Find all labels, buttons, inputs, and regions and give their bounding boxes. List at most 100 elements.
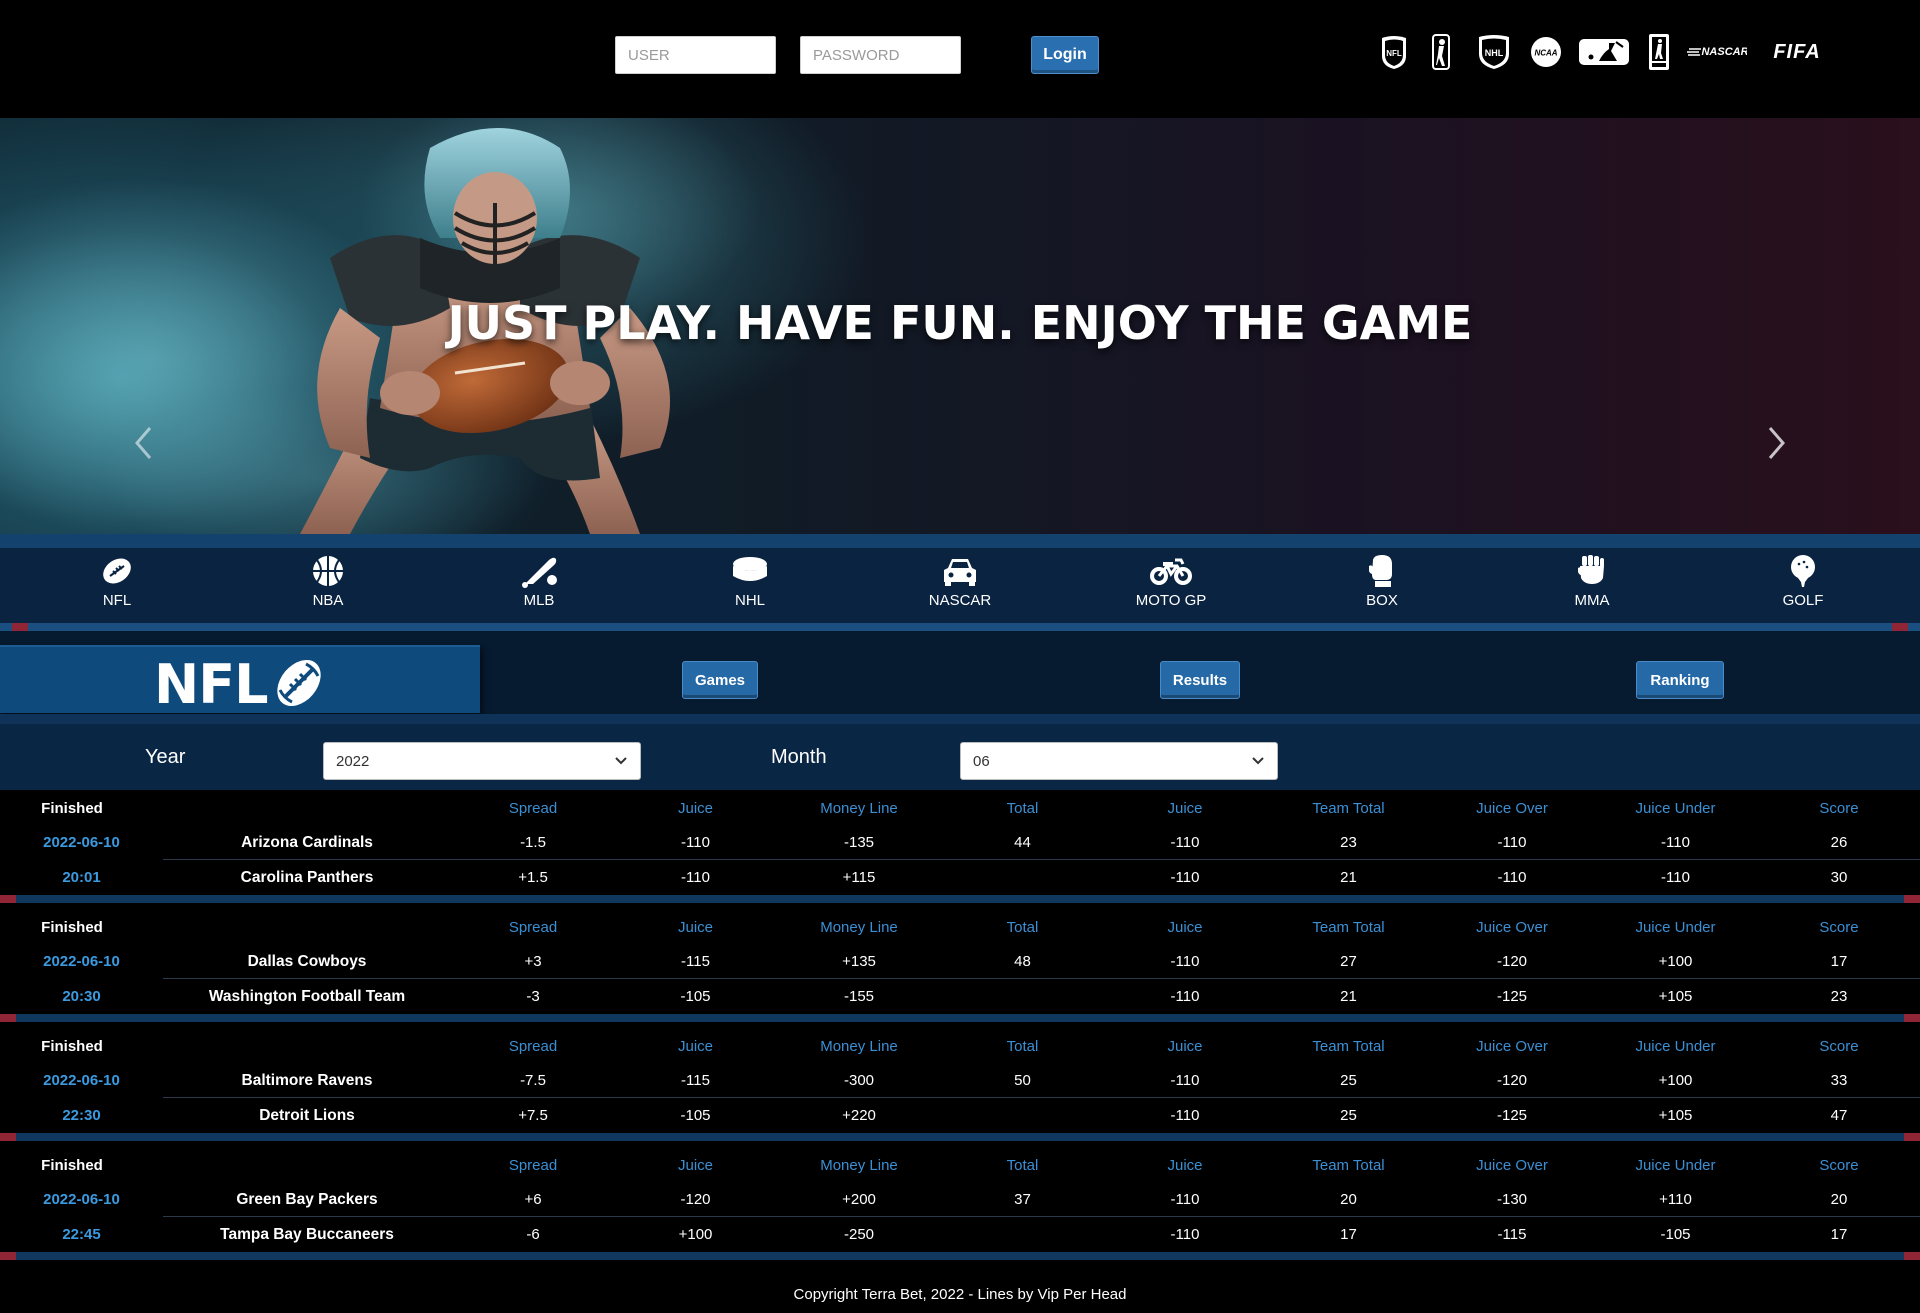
cell-score: 17 bbox=[1830, 1226, 1848, 1243]
cell-team-total: 21 bbox=[1340, 869, 1357, 886]
nascar-wordmark-icon: NASCAR bbox=[1687, 46, 1747, 58]
column-header: Juice Under bbox=[1635, 1157, 1716, 1174]
table-row: 2022-06-10 Baltimore Ravens -7.5 -115 -300 50… bbox=[0, 1064, 1920, 1098]
game-date: 2022-06-10 bbox=[43, 1072, 120, 1089]
fist-icon bbox=[1578, 555, 1604, 584]
sport-label: GOLF bbox=[1782, 592, 1824, 609]
sport-mma[interactable]: MMA bbox=[1532, 554, 1652, 616]
cell-total bbox=[941, 861, 1104, 895]
cell-score: 20 bbox=[1830, 1191, 1848, 1208]
year-select[interactable]: 2022 bbox=[323, 742, 641, 780]
column-header: Team Total bbox=[1312, 919, 1385, 936]
sport-moto-gp[interactable]: MOTO GP bbox=[1111, 554, 1231, 616]
table-row: 20:01 Carolina Panthers +1.5 -110 +115 -110 21… bbox=[0, 861, 1920, 895]
cell-money-line: +135 bbox=[842, 953, 876, 970]
cell-juice-over: -120 bbox=[1496, 1072, 1528, 1089]
password-input[interactable] bbox=[800, 36, 961, 74]
sport-nhl[interactable]: NHL bbox=[690, 554, 810, 616]
cell-spread: -7.5 bbox=[520, 1072, 546, 1089]
column-header: Score bbox=[1819, 1038, 1859, 1055]
column-header: Juice Over bbox=[1476, 1038, 1548, 1055]
cell-spread: +1.5 bbox=[518, 869, 548, 886]
game-header-row: Finished Spread Juice Money Line Total Juice T… bbox=[0, 911, 1920, 945]
carousel-prev-arrow[interactable] bbox=[124, 418, 164, 468]
sport-mlb[interactable]: MLB bbox=[479, 554, 599, 616]
hockey-puck-icon bbox=[733, 557, 767, 581]
sport-nfl[interactable]: NFL bbox=[57, 554, 177, 616]
cell-money-line: -250 bbox=[843, 1226, 875, 1243]
column-header: Team Total bbox=[1312, 1157, 1385, 1174]
nascar-logo-text: NASCAR bbox=[1701, 46, 1747, 58]
month-select[interactable]: 06 bbox=[960, 742, 1278, 780]
sport-label: MLB bbox=[523, 592, 555, 609]
cell-total-juice: -110 bbox=[1170, 1107, 1200, 1124]
cell-juice-under: +100 bbox=[1658, 1072, 1693, 1089]
month-label: Month bbox=[771, 746, 827, 768]
sport-golf[interactable]: GOLF bbox=[1743, 554, 1863, 616]
sport-box[interactable]: BOX bbox=[1322, 554, 1442, 616]
cell-juice: -115 bbox=[681, 953, 710, 970]
sport-nascar[interactable]: NASCAR bbox=[900, 554, 1020, 616]
cell-team-total: 23 bbox=[1340, 834, 1357, 851]
cell-juice-under: -105 bbox=[1660, 1226, 1691, 1243]
mlb-batter-icon bbox=[1579, 39, 1629, 65]
boxing-glove-icon bbox=[1369, 555, 1392, 587]
column-header: Juice bbox=[677, 919, 714, 936]
column-header: Juice bbox=[1167, 800, 1203, 817]
cell-team-total: 21 bbox=[1340, 988, 1357, 1005]
column-header: Juice Over bbox=[1476, 919, 1548, 936]
nav-divider bbox=[0, 623, 1920, 631]
tab-results[interactable]: Results bbox=[1160, 661, 1240, 699]
cell-money-line: +115 bbox=[842, 869, 876, 886]
cell-team-total: 20 bbox=[1340, 1191, 1357, 1208]
chevron-down-icon bbox=[615, 757, 627, 765]
game-status: Finished bbox=[41, 919, 103, 936]
cell-juice: -105 bbox=[680, 1107, 711, 1124]
user-input[interactable] bbox=[615, 36, 776, 74]
cell-spread: -3 bbox=[526, 988, 540, 1005]
game-status: Finished bbox=[41, 1038, 103, 1055]
game-date: 2022-06-10 bbox=[43, 953, 120, 970]
game-divider bbox=[0, 1014, 1920, 1022]
nba-silhouette-icon bbox=[1432, 34, 1450, 70]
sport-nba[interactable]: NBA bbox=[268, 554, 388, 616]
column-header: Juice bbox=[677, 1038, 714, 1055]
cell-score: 30 bbox=[1830, 869, 1848, 886]
column-header: Juice Under bbox=[1635, 800, 1716, 817]
game-date: 2022-06-10 bbox=[43, 1191, 120, 1208]
cell-juice-under: +105 bbox=[1658, 988, 1693, 1005]
game-time: 22:30 bbox=[62, 1107, 101, 1124]
game-header-row: Finished Spread Juice Money Line Total Juice T… bbox=[0, 792, 1920, 826]
login-button[interactable]: Login bbox=[1031, 36, 1099, 74]
game-divider bbox=[0, 1252, 1920, 1260]
column-header: Juice bbox=[677, 1157, 714, 1174]
cell-total bbox=[941, 980, 1104, 1014]
column-header: Total bbox=[1006, 1157, 1039, 1174]
nhl-logo-text: NHL bbox=[1485, 48, 1504, 58]
cell-total-juice: -110 bbox=[1170, 834, 1200, 851]
column-header: Juice bbox=[677, 800, 714, 817]
cell-juice-over: -125 bbox=[1496, 988, 1528, 1005]
column-header: Total bbox=[1006, 800, 1039, 817]
cell-juice-over: -125 bbox=[1496, 1107, 1528, 1124]
tab-games[interactable]: Games bbox=[682, 661, 758, 699]
carousel-next-arrow[interactable] bbox=[1756, 418, 1796, 468]
game-divider bbox=[0, 895, 1920, 903]
cell-money-line: -135 bbox=[843, 834, 875, 851]
nfl-logo: NFL bbox=[1376, 30, 1412, 74]
tab-ranking[interactable]: Ranking bbox=[1636, 661, 1724, 699]
cell-juice: -120 bbox=[680, 1191, 711, 1208]
column-header: Team Total bbox=[1312, 800, 1385, 817]
column-header: Team Total bbox=[1312, 1038, 1385, 1055]
cell-money-line: -300 bbox=[843, 1072, 875, 1089]
motorcycle-icon bbox=[1150, 558, 1192, 585]
column-header: Spread bbox=[508, 1157, 558, 1174]
cell-spread: +6 bbox=[524, 1191, 542, 1208]
baseball-bat-icon bbox=[522, 557, 557, 588]
cell-juice: -110 bbox=[681, 869, 710, 886]
sport-label: NHL bbox=[734, 592, 765, 609]
cell-juice-under: -110 bbox=[1661, 834, 1690, 851]
nfl-logo-text: NFL bbox=[1386, 49, 1402, 58]
table-row: 2022-06-10 Arizona Cardinals -1.5 -110 -135 4… bbox=[0, 826, 1920, 860]
hero-banner: JUST PLAY. HAVE FUN. ENJOY THE GAME bbox=[0, 118, 1920, 534]
